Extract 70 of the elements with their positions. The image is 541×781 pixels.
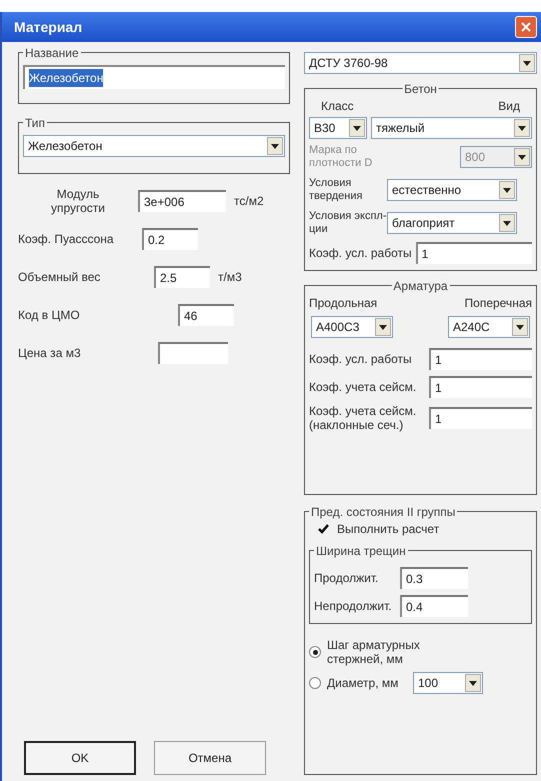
caret-icon [503,188,511,192]
input-field[interactable]: 2.5 [154,266,210,288]
dropdown[interactable]: A240C [448,316,530,338]
field-label: Класс [321,98,354,115]
caret-icon [469,680,477,686]
dropdown-button[interactable] [349,119,365,137]
caret-icon [516,324,524,330]
dropdown[interactable]: B30 [309,117,367,139]
close-button[interactable] [515,16,537,38]
dropdown-button[interactable] [514,119,530,137]
input-field[interactable]: 1 [429,348,532,370]
field-label: Вид [498,98,520,115]
radio-button[interactable]: Шаг арматурных стержней, мм [309,638,427,666]
caret-icon [518,154,526,160]
field-label: Условия твердения [309,177,364,203]
field-label: Код в ЦМО [18,307,81,324]
input-text: Железобетон [29,69,104,87]
caret-icon [271,144,279,148]
checkbox[interactable]: Выполнить расчет [317,520,440,538]
field-label: Поперечная [464,295,532,312]
caret-icon [503,220,511,226]
input-field[interactable]: 0.2 [142,228,198,250]
input-field[interactable]: Железобетон [23,65,285,89]
dropdown-button[interactable] [519,54,535,72]
dropdown-button[interactable] [512,318,528,336]
dialog-button[interactable]: OK [24,741,136,775]
input-field[interactable]: 1 [429,376,532,398]
input-field[interactable]: 46 [178,304,234,326]
field-label: Коэф. усл. работы [309,245,412,262]
unit-label: тс/м2 [234,193,264,210]
caret-icon [379,324,387,330]
field-label: Цена за м3 [18,345,82,362]
caret-icon [518,126,526,130]
field-label: Модуль упругости [50,187,106,215]
dropdown[interactable]: ДСТУ 3760-98 [304,52,537,74]
field-label: Коэф. учета сейсм. (наклонные сеч.) [309,404,418,432]
radio-button[interactable]: Диаметр, мм [309,674,409,692]
field-label: Продолжит. [314,570,380,587]
input-field[interactable]: 0.4 [400,595,468,617]
caret-icon [523,60,531,66]
dropdown-button[interactable] [499,181,515,199]
input-field[interactable]: 1 [429,407,532,429]
input-field[interactable]: 3e+006 [138,190,226,212]
dropdown-button[interactable] [499,214,515,232]
dropdown[interactable]: естественно [387,179,517,201]
input-field[interactable]: 0.3 [400,567,468,589]
field-label: Условия экспл-ции [309,210,387,236]
field-label: Непродолжит. [314,598,393,615]
input-field[interactable]: 1 [416,242,532,264]
dropdown-button[interactable] [267,137,283,155]
check-icon [318,524,328,534]
dropdown[interactable]: 100 [413,672,483,694]
window-title: Материал [14,18,82,37]
close-icon [521,22,531,32]
field-label: Коэф. учета сейсм. [309,379,418,396]
dropdown[interactable]: Железобетон [23,135,285,157]
dropdown-button[interactable] [465,674,481,692]
dropdown-button[interactable] [375,318,391,336]
unit-label: т/м3 [218,269,242,286]
field-label: Объемный вес [18,269,102,286]
field-label: Продольная [309,295,378,312]
input-field[interactable] [158,342,228,364]
dropdown[interactable]: A400C3 [311,316,393,338]
field-label: Коэф. усл. работы [309,351,413,368]
dropdown[interactable]: благоприят [387,212,517,234]
dialog-button[interactable]: Отмена [154,741,266,775]
dropdown[interactable]: тяжелый [371,117,532,139]
caret-icon [353,126,361,130]
field-label: Марка по плотности D [309,144,374,170]
field-label: Коэф. Пуасссона [18,231,115,248]
